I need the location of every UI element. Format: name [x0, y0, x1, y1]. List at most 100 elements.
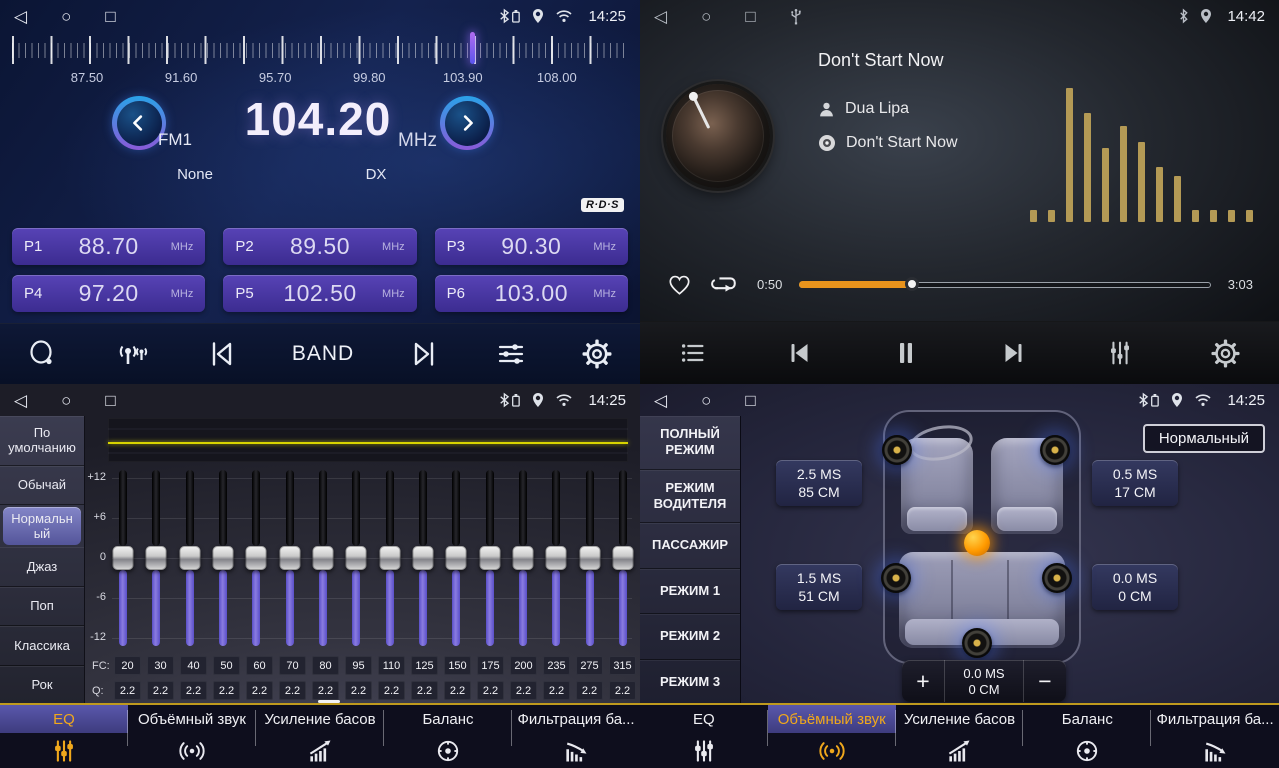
back-icon[interactable]: ◁	[654, 392, 667, 409]
eq-band-slider-50[interactable]	[212, 470, 234, 646]
eq-band-slider-70[interactable]	[279, 470, 301, 646]
eq-preset-4[interactable]: Поп	[0, 587, 84, 626]
tab-eq[interactable]: EQ	[0, 705, 128, 768]
mode-item-1[interactable]: РЕЖИМ ВОДИТЕЛЯ	[640, 470, 740, 524]
slider-thumb[interactable]	[179, 546, 200, 570]
q-value-2[interactable]: 2.2	[180, 681, 207, 700]
fc-value-6[interactable]: 80	[312, 656, 339, 675]
slider-thumb[interactable]	[346, 546, 367, 570]
q-value-14[interactable]: 2.2	[576, 681, 603, 700]
tab-balance[interactable]: Баланс	[1023, 705, 1151, 768]
fc-value-12[interactable]: 200	[510, 656, 537, 675]
fc-value-14[interactable]: 275	[576, 656, 603, 675]
tab-bass-boost[interactable]: Усиление басов	[256, 705, 384, 768]
band-button[interactable]: BAND	[292, 342, 354, 366]
fc-value-2[interactable]: 40	[180, 656, 207, 675]
slider-thumb[interactable]	[113, 546, 134, 570]
frequency-scale[interactable]: 87.5091.6095.7099.80103.90108.00	[0, 32, 640, 88]
seek-knob[interactable]	[905, 277, 919, 291]
seek-bar[interactable]	[799, 277, 1210, 291]
tuned-frequency-indicator[interactable]	[470, 32, 475, 64]
playlist-icon[interactable]	[678, 338, 708, 368]
eq-band-slider-175[interactable]	[479, 470, 501, 646]
recents-icon[interactable]: □	[105, 392, 115, 409]
tab-balance[interactable]: Баланс	[384, 705, 512, 768]
slider-thumb[interactable]	[279, 546, 300, 570]
eq-preset-1[interactable]: Обычай	[0, 466, 84, 505]
q-value-6[interactable]: 2.2	[312, 681, 339, 700]
eq-band-slider-30[interactable]	[145, 470, 167, 646]
tab-eq[interactable]: EQ	[640, 705, 768, 768]
front-right-speaker-icon[interactable]	[1040, 435, 1070, 465]
front-left-speaker-icon[interactable]	[882, 435, 912, 465]
eq-band-slider-95[interactable]	[345, 470, 367, 646]
settings-gear-icon[interactable]	[581, 338, 613, 370]
eq-preset-3[interactable]: Джаз	[0, 547, 84, 586]
settings-gear-icon[interactable]	[1210, 338, 1241, 369]
eq-band-slider-150[interactable]	[445, 470, 467, 646]
eq-preset-6[interactable]: Рок	[0, 666, 84, 705]
decrease-delay-button[interactable]: −	[1024, 660, 1066, 702]
album-art[interactable]	[666, 84, 770, 188]
fc-value-5[interactable]: 70	[279, 656, 306, 675]
q-value-8[interactable]: 2.2	[378, 681, 405, 700]
eq-band-slider-20[interactable]	[112, 470, 134, 646]
listening-position-marker[interactable]	[964, 530, 990, 556]
back-icon[interactable]: ◁	[654, 8, 667, 25]
recents-icon[interactable]: □	[105, 8, 115, 25]
eq-band-slider-315[interactable]	[612, 470, 634, 646]
recents-icon[interactable]: □	[745, 8, 755, 25]
tune-up-button[interactable]	[440, 96, 494, 150]
next-station-icon[interactable]	[408, 338, 440, 370]
eq-band-slider-235[interactable]	[545, 470, 567, 646]
q-value-0[interactable]: 2.2	[114, 681, 141, 700]
slider-thumb[interactable]	[212, 546, 233, 570]
slider-thumb[interactable]	[546, 546, 567, 570]
home-icon[interactable]: ○	[61, 8, 71, 25]
fc-value-11[interactable]: 175	[477, 656, 504, 675]
next-track-icon[interactable]	[998, 337, 1030, 369]
back-icon[interactable]: ◁	[14, 8, 27, 25]
surround-preset-button[interactable]: Нормальный	[1143, 424, 1265, 453]
q-value-10[interactable]: 2.2	[444, 681, 471, 700]
q-value-13[interactable]: 2.2	[543, 681, 570, 700]
eq-band-slider-200[interactable]	[512, 470, 534, 646]
scan-search-icon[interactable]	[27, 338, 59, 370]
eq-band-slider-40[interactable]	[179, 470, 201, 646]
q-value-5[interactable]: 2.2	[279, 681, 306, 700]
pause-icon[interactable]	[890, 337, 922, 369]
front-right-delay-button[interactable]: 0.5 MS 17 CM	[1092, 460, 1178, 506]
fc-value-7[interactable]: 95	[345, 656, 372, 675]
eq-band-slider-125[interactable]	[412, 470, 434, 646]
tab-filter[interactable]: Фильтрация ба...	[1151, 705, 1279, 768]
front-left-delay-button[interactable]: 2.5 MS 85 CM	[776, 460, 862, 506]
eq-band-slider-110[interactable]	[379, 470, 401, 646]
slider-thumb[interactable]	[312, 546, 333, 570]
home-icon[interactable]: ○	[701, 8, 711, 25]
slider-thumb[interactable]	[146, 546, 167, 570]
mode-item-4[interactable]: РЕЖИМ 2	[640, 614, 740, 660]
eq-band-slider-60[interactable]	[245, 470, 267, 646]
slider-thumb[interactable]	[379, 546, 400, 570]
slider-thumb[interactable]	[412, 546, 433, 570]
fc-value-4[interactable]: 60	[246, 656, 273, 675]
tab-bass-boost[interactable]: Усиление басов	[896, 705, 1024, 768]
preset-button-P1[interactable]: P188.70MHz	[12, 228, 205, 265]
rear-left-delay-button[interactable]: 1.5 MS 51 CM	[776, 564, 862, 610]
fc-value-15[interactable]: 315	[609, 656, 636, 675]
repeat-icon[interactable]	[710, 271, 740, 297]
subwoofer-icon[interactable]	[962, 628, 992, 658]
q-value-11[interactable]: 2.2	[477, 681, 504, 700]
eq-preset-2[interactable]: Нормальный	[3, 507, 81, 545]
q-value-15[interactable]: 2.2	[609, 681, 636, 700]
rear-left-speaker-icon[interactable]	[881, 563, 911, 593]
broadcast-icon[interactable]	[113, 338, 151, 370]
q-value-1[interactable]: 2.2	[147, 681, 174, 700]
previous-station-icon[interactable]	[206, 338, 238, 370]
fc-value-10[interactable]: 150	[444, 656, 471, 675]
fc-value-0[interactable]: 20	[114, 656, 141, 675]
tab-surround-sound[interactable]: Объёмный звук	[128, 705, 256, 768]
fc-value-1[interactable]: 30	[147, 656, 174, 675]
q-value-12[interactable]: 2.2	[510, 681, 537, 700]
tab-filter[interactable]: Фильтрация ба...	[512, 705, 640, 768]
